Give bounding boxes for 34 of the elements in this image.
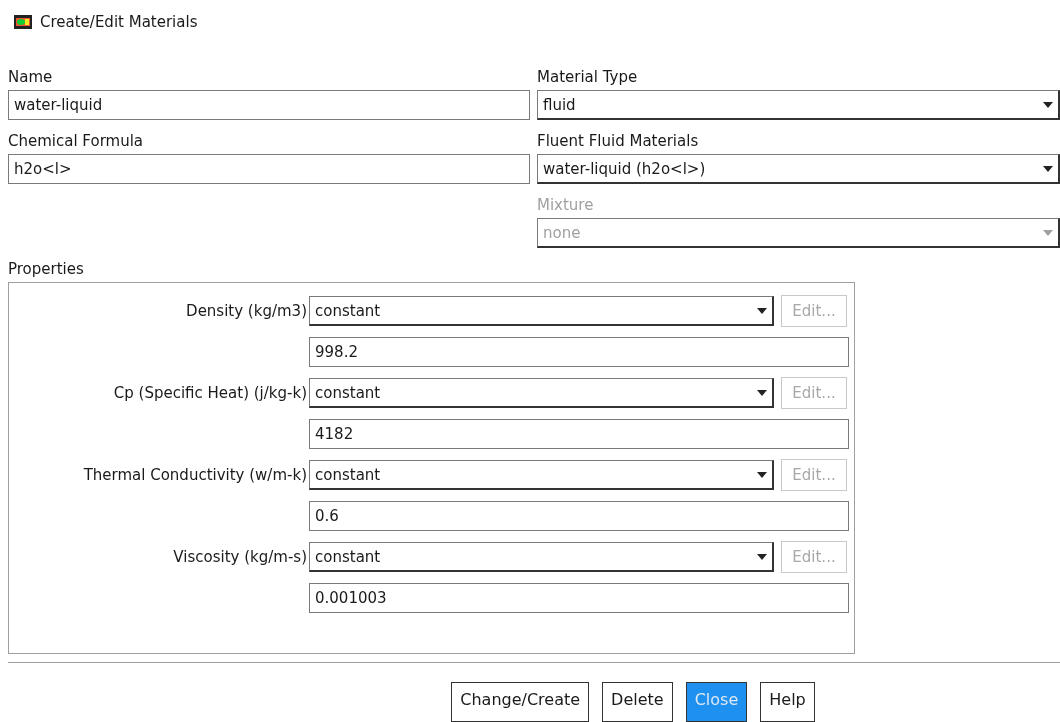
method-dropdown[interactable]: constant: [309, 378, 774, 409]
method-dropdown[interactable]: constant: [309, 460, 774, 491]
material-type-dropdown[interactable]: fluid: [537, 90, 1060, 121]
value-field[interactable]: 0.6: [309, 501, 849, 532]
window-title: Create/Edit Materials: [40, 12, 198, 31]
dropdown-caret-icon: [1043, 102, 1053, 108]
field-label: Chemical Formula: [8, 131, 144, 153]
dropdown-caret-icon: [757, 308, 767, 314]
dropdown-caret-icon: [1043, 230, 1053, 236]
method-dropdown[interactable]: constant: [309, 542, 774, 573]
method-dropdown[interactable]: constant: [309, 296, 774, 327]
name-field[interactable]: water-liquid: [8, 90, 530, 121]
property-label: Viscosity (kg/m-s): [172, 548, 307, 567]
formula-field[interactable]: h2o<l>: [8, 154, 530, 185]
dialog-button[interactable]: Change/Create: [451, 682, 590, 722]
value-field[interactable]: 0.001003: [309, 583, 849, 614]
dropdown-caret-icon: [757, 554, 767, 560]
value-field[interactable]: 4182: [309, 419, 849, 450]
property-label: Thermal Conductivity (w/m-k): [82, 466, 307, 485]
value-field[interactable]: 998.2: [309, 337, 849, 368]
property-label: Cp (Specific Heat) (j/kg-k): [112, 384, 307, 403]
property-label: Density (kg/m3): [185, 302, 307, 321]
field-label: Name: [8, 67, 54, 89]
section-label: Properties: [8, 259, 85, 281]
dialog-button[interactable]: Help: [760, 682, 815, 722]
dropdown-caret-icon: [1043, 166, 1053, 172]
dialog-button[interactable]: Delete: [602, 682, 673, 722]
dropdown-caret-icon: [757, 390, 767, 396]
fluid-materials-dropdown[interactable]: water-liquid (h2o<l>): [537, 154, 1060, 185]
app-logo-icon: [14, 14, 32, 29]
field-label: Fluent Fluid Materials: [537, 131, 700, 153]
dropdown-caret-icon: [757, 472, 767, 478]
field-label: Mixture: [537, 195, 595, 217]
field-label: Material Type: [537, 67, 639, 89]
